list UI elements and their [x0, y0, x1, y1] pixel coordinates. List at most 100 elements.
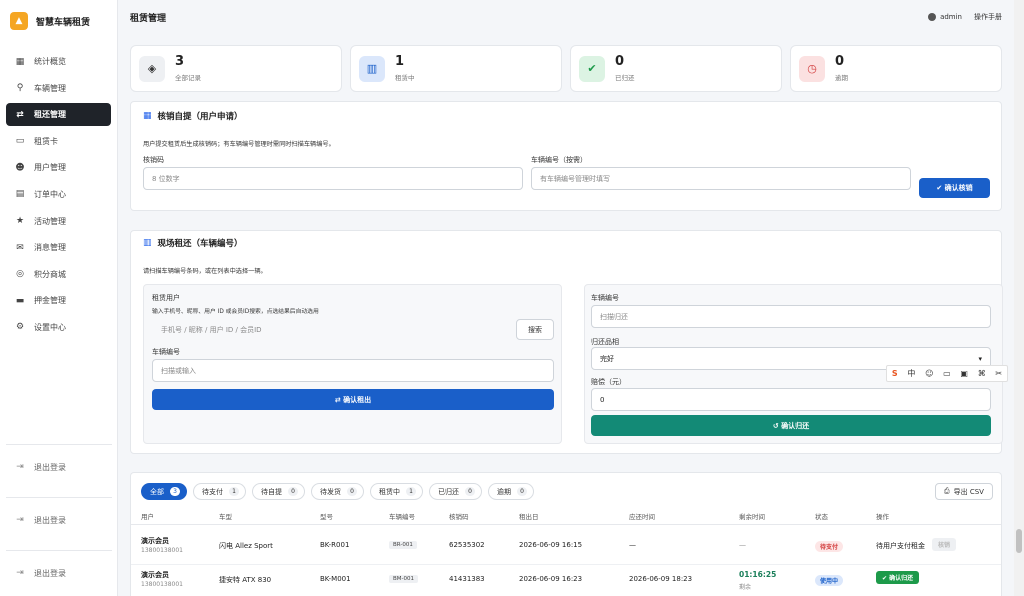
verify-button[interactable]: 核销: [932, 538, 957, 551]
logout-link[interactable]: ⇥ 退出登录: [0, 563, 118, 583]
receipt-icon: ▤: [15, 189, 25, 200]
keyboard-icon[interactable]: ▭: [943, 369, 951, 378]
stat-card: ▥ 1 租赁中: [350, 45, 562, 92]
coins-icon: ◎: [16, 269, 24, 280]
code-input[interactable]: 8 位数字: [143, 167, 523, 190]
gear-icon: ⚙: [15, 322, 25, 333]
tab-count-badge: 3: [170, 487, 180, 496]
status-tab[interactable]: 逾期 0: [488, 483, 534, 500]
ime-logo-icon[interactable]: S: [892, 369, 898, 378]
sidebar-item[interactable]: ✉ 消息管理: [6, 236, 111, 259]
verify-code: 41431383: [449, 575, 485, 583]
status-tab[interactable]: 待发货 0: [311, 483, 364, 500]
barcode-icon: ▥: [143, 238, 152, 248]
sidebar-item[interactable]: ★ 活动管理: [6, 210, 111, 233]
status-tabs: 全部 3 待支付 1 待自提 0 待发货 0 租赁中 1 已归还 0 逾期 0: [141, 483, 534, 500]
column-header: 应还时间: [629, 513, 655, 521]
wallet-icon: ▬: [15, 295, 25, 306]
user-menu[interactable]: admin: [928, 13, 962, 21]
search-button[interactable]: 搜索: [516, 319, 554, 340]
sidebar-nav: ▦ 统计概览 ⚲ 车辆管理 ⇄ 租还管理 ▭ 租赁卡 ☻ 用户管理 ▤ 订单中心 ★ 活动管理 ✉ 消息管理 ◎…: [0, 50, 117, 339]
command-icon[interactable]: ⌘: [978, 369, 986, 378]
stat-card: ◷ 0 逾期: [790, 45, 1002, 92]
scrollbar-thumb[interactable]: [1016, 529, 1022, 553]
toolbox-icon[interactable]: ▣: [960, 369, 968, 378]
sidebar-item[interactable]: ▬ 押金管理: [6, 289, 111, 312]
logout-link[interactable]: ⇥ 退出登录: [0, 457, 118, 477]
status-badge: 使用中: [815, 575, 844, 586]
confirm-verify-button[interactable]: ✔ 确认核销: [919, 178, 990, 198]
sidebar-item-label: 押金管理: [34, 296, 66, 306]
emoji-icon[interactable]: ☺: [925, 369, 933, 378]
sidebar-item-label: 订单中心: [34, 189, 66, 199]
rent-vehicle-input[interactable]: 扫描或输入: [152, 359, 554, 382]
help-link[interactable]: 操作手册: [974, 12, 1002, 22]
confirm-return-row-button[interactable]: ✔ 确认归还: [876, 571, 920, 584]
start-time: 2026-06-09 16:23: [519, 575, 583, 583]
sidebar-item-label: 设置中心: [34, 322, 66, 332]
stat-card: ✔ 0 已归还: [570, 45, 782, 92]
sidebar-item-label: 统计概览: [34, 57, 66, 66]
status-tab[interactable]: 租赁中 1: [370, 483, 423, 500]
onsite-title: 现场租还（车辆编号）: [157, 239, 243, 249]
scissors-icon[interactable]: ✂: [995, 369, 1002, 378]
due-time: —: [629, 541, 636, 549]
sidebar-item[interactable]: ⚲ 车辆管理: [6, 77, 111, 100]
ime-lang-toggle[interactable]: 中: [907, 368, 915, 379]
logout-icon: ⇥: [16, 515, 24, 525]
verify-hint: 用户提交租赁后生成核销码；有车辆编号管理时需同时扫描车辆编号。: [143, 141, 335, 148]
sidebar-item[interactable]: ◎ 积分商城: [6, 263, 111, 286]
sidebar-item[interactable]: ☻ 用户管理: [6, 156, 111, 179]
ime-toolbar[interactable]: S 中 ☺ ▭ ▣ ⌘ ✂: [886, 365, 1008, 382]
table-row[interactable]: 演示会员 13800138001 闪电 Allez Sport BK-R001 BR-0…: [131, 533, 1001, 565]
remaining-label: 剩余: [739, 584, 752, 591]
status-tab[interactable]: 待支付 1: [193, 483, 246, 500]
start-time: 2026-06-09 16:15: [519, 541, 583, 549]
tab-count-badge: 0: [465, 487, 475, 496]
sidebar-item[interactable]: ⇄ 租还管理: [6, 103, 111, 127]
vehicle-input[interactable]: 有车辆编号管理时填写: [531, 167, 911, 190]
logout-link[interactable]: ⇥ 退出登录: [0, 510, 118, 530]
verify-panel: ▦ 核销自提（用户申请） 用户提交租赁后生成核销码；有车辆编号管理时需同时扫描车…: [130, 101, 1002, 211]
fee-input[interactable]: 0: [591, 388, 991, 411]
condition-label: 归还品相: [591, 338, 619, 346]
rent-out-section: 租赁用户 输入手机号、昵称、用户 ID 或会员ID搜索，点选结果后自动选用 手机…: [143, 284, 562, 444]
sidebar-item-label: 用户管理: [34, 163, 66, 173]
status-tab[interactable]: 已归还 0: [429, 483, 482, 500]
status-badge: 待支付: [815, 541, 844, 552]
confirm-rent-button[interactable]: ⇄ 确认租出: [152, 389, 554, 410]
tab-count-badge: 0: [517, 487, 527, 496]
status-tab[interactable]: 待自提 0: [252, 483, 305, 500]
op-text: 待用户支付租金: [876, 542, 925, 550]
column-header: 剩余时间: [739, 513, 765, 521]
condition-value: 完好: [600, 354, 614, 363]
vehicle-model: 捷安特 ATX 830: [219, 576, 272, 584]
logout-icon: ⇥: [16, 568, 24, 578]
column-header: 租出日: [519, 513, 539, 521]
qr-icon: ▦: [143, 111, 152, 121]
mail-icon: ✉: [16, 242, 24, 253]
check-circle-icon: ✔: [579, 55, 605, 82]
status-tab[interactable]: 全部 3: [141, 483, 187, 500]
brand[interactable]: ▲ 智慧车辆租赁: [0, 0, 117, 42]
sidebar-item[interactable]: ▦ 统计概览: [6, 50, 111, 73]
user-search-input[interactable]: 手机号 / 昵称 / 用户 ID / 会员ID: [152, 318, 512, 341]
sidebar-item-label: 租还管理: [34, 110, 66, 120]
scrollbar[interactable]: [1014, 0, 1024, 596]
table-row[interactable]: 演示会员 13800138001 捷安特 ATX 830 BK-M001 BM-001 4…: [131, 567, 1001, 596]
column-header: 车型: [219, 513, 232, 521]
export-csv-button[interactable]: ⎙ 导出 CSV: [935, 483, 993, 500]
grid-icon: ▦: [15, 56, 25, 67]
column-header: 用户: [141, 513, 154, 521]
stat-value: 3: [175, 54, 185, 69]
sidebar-item[interactable]: ▤ 订单中心: [6, 183, 111, 206]
return-vehicle-input[interactable]: 扫描归还: [591, 305, 991, 328]
sidebar-item[interactable]: ⚙ 设置中心: [6, 316, 111, 339]
tab-label: 待发货: [320, 487, 341, 496]
stat-label: 逾期: [835, 74, 848, 82]
tab-count-badge: 1: [229, 487, 239, 496]
confirm-return-button[interactable]: ↺ 确认归还: [591, 415, 991, 436]
table-header: 用户 车型 型号 车辆编号 核销码 租出日 应还时间 剩余时间 状态 操作: [131, 509, 1001, 525]
rent-user-hint: 输入手机号、昵称、用户 ID 或会员ID搜索，点选结果后自动选用: [152, 309, 319, 315]
sidebar-item[interactable]: ▭ 租赁卡: [6, 130, 111, 153]
